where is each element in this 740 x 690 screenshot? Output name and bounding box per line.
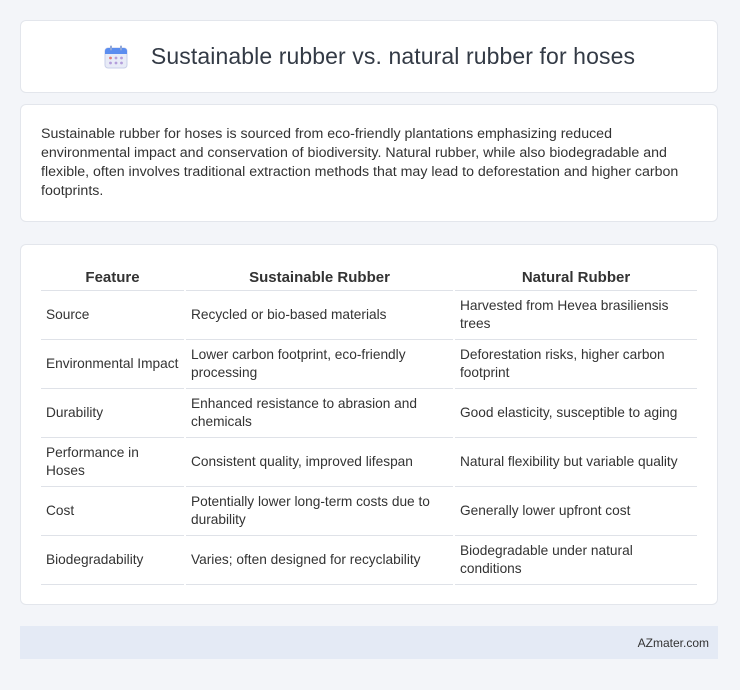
header-feature: Feature	[41, 265, 184, 291]
natural-cell: Harvested from Hevea brasiliensis trees	[455, 291, 697, 340]
table-row: Durability Enhanced resistance to abrasi…	[41, 389, 697, 438]
header-natural-rubber: Natural Rubber	[455, 265, 697, 291]
feature-cell: Environmental Impact	[41, 340, 184, 389]
natural-cell: Deforestation risks, higher carbon footp…	[455, 340, 697, 389]
feature-cell: Cost	[41, 487, 184, 536]
comparison-card: Feature Sustainable Rubber Natural Rubbe…	[20, 244, 718, 605]
sustainable-cell: Potentially lower long-term costs due to…	[186, 487, 453, 536]
natural-cell: Generally lower upfront cost	[455, 487, 697, 536]
table-row: Cost Potentially lower long-term costs d…	[41, 487, 697, 536]
title-card: Sustainable rubber vs. natural rubber fo…	[20, 20, 718, 93]
sustainable-cell: Enhanced resistance to abrasion and chem…	[186, 389, 453, 438]
intro-paragraph: Sustainable rubber for hoses is sourced …	[41, 126, 679, 199]
comparison-table: Feature Sustainable Rubber Natural Rubbe…	[39, 265, 699, 585]
sustainable-cell: Recycled or bio-based materials	[186, 291, 453, 340]
feature-cell: Performance in Hoses	[41, 438, 184, 487]
natural-cell: Biodegradable under natural conditions	[455, 536, 697, 585]
calendar-icon	[103, 44, 129, 70]
feature-cell: Source	[41, 291, 184, 340]
header-sustainable-rubber: Sustainable Rubber	[186, 265, 453, 291]
table-row: Source Recycled or bio-based materials H…	[41, 291, 697, 340]
intro-card: Sustainable rubber for hoses is sourced …	[20, 104, 718, 222]
table-row: Performance in Hoses Consistent quality,…	[41, 438, 697, 487]
footer-brand: AZmater.com	[637, 635, 709, 650]
feature-cell: Durability	[41, 389, 184, 438]
table-header-row: Feature Sustainable Rubber Natural Rubbe…	[41, 265, 697, 291]
table-row: Environmental Impact Lower carbon footpr…	[41, 340, 697, 389]
feature-cell: Biodegradability	[41, 536, 184, 585]
table-row: Biodegradability Varies; often designed …	[41, 536, 697, 585]
sustainable-cell: Varies; often designed for recyclability	[186, 536, 453, 585]
natural-cell: Good elasticity, susceptible to aging	[455, 389, 697, 438]
footer-bar: AZmater.com	[20, 626, 718, 659]
natural-cell: Natural flexibility but variable quality	[455, 438, 697, 487]
sustainable-cell: Lower carbon footprint, eco-friendly pro…	[186, 340, 453, 389]
page-title: Sustainable rubber vs. natural rubber fo…	[150, 43, 636, 69]
sustainable-cell: Consistent quality, improved lifespan	[186, 438, 453, 487]
